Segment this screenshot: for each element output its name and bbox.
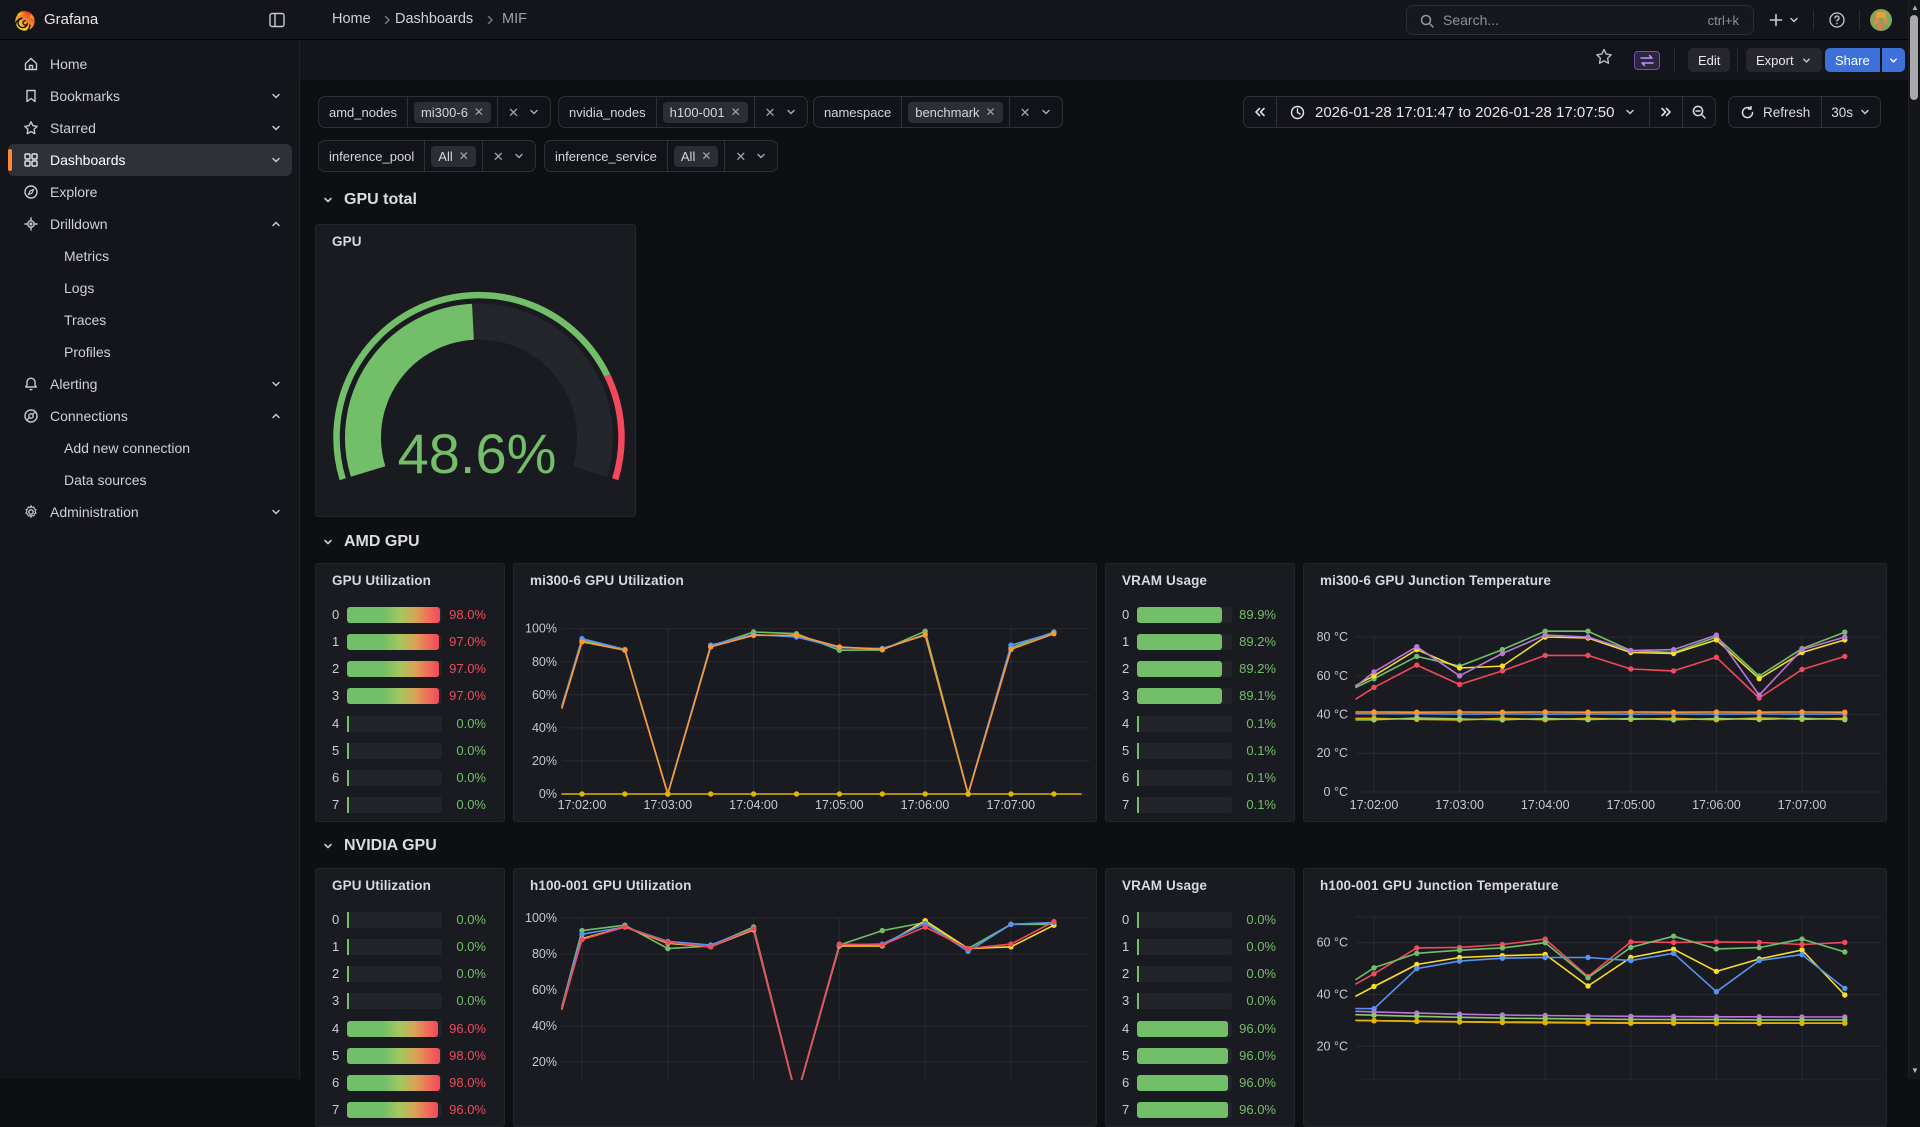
svg-text:17:04:00: 17:04:00 bbox=[1521, 798, 1570, 812]
svg-text:20%: 20% bbox=[532, 1055, 557, 1069]
svg-text:17:07:00: 17:07:00 bbox=[986, 798, 1035, 812]
svg-text:0 °C: 0 °C bbox=[1324, 785, 1348, 799]
svg-text:60%: 60% bbox=[532, 688, 557, 702]
svg-text:48.6%: 48.6% bbox=[398, 422, 557, 485]
svg-text:100%: 100% bbox=[525, 911, 557, 925]
svg-text:40 °C: 40 °C bbox=[1317, 708, 1348, 722]
svg-text:100%: 100% bbox=[525, 622, 557, 636]
svg-text:0%: 0% bbox=[539, 787, 557, 801]
svg-text:80%: 80% bbox=[532, 947, 557, 961]
svg-text:17:06:00: 17:06:00 bbox=[1692, 798, 1741, 812]
svg-text:40%: 40% bbox=[532, 721, 557, 735]
svg-text:17:04:00: 17:04:00 bbox=[729, 798, 778, 812]
svg-text:60%: 60% bbox=[532, 983, 557, 997]
svg-text:17:02:00: 17:02:00 bbox=[558, 798, 607, 812]
svg-text:20%: 20% bbox=[532, 754, 557, 768]
svg-text:60 °C: 60 °C bbox=[1317, 669, 1348, 683]
svg-text:17:05:00: 17:05:00 bbox=[1606, 798, 1655, 812]
svg-text:40%: 40% bbox=[532, 1019, 557, 1033]
svg-text:17:02:00: 17:02:00 bbox=[1350, 798, 1399, 812]
svg-text:20 °C: 20 °C bbox=[1317, 1039, 1348, 1053]
svg-text:17:07:00: 17:07:00 bbox=[1778, 798, 1827, 812]
svg-text:17:06:00: 17:06:00 bbox=[901, 798, 950, 812]
svg-text:80%: 80% bbox=[532, 655, 557, 669]
svg-text:17:03:00: 17:03:00 bbox=[643, 798, 692, 812]
svg-text:17:05:00: 17:05:00 bbox=[815, 798, 864, 812]
svg-text:80 °C: 80 °C bbox=[1317, 630, 1348, 644]
svg-text:40 °C: 40 °C bbox=[1317, 988, 1348, 1002]
svg-text:20 °C: 20 °C bbox=[1317, 746, 1348, 760]
svg-text:60 °C: 60 °C bbox=[1317, 936, 1348, 950]
svg-text:17:03:00: 17:03:00 bbox=[1435, 798, 1484, 812]
